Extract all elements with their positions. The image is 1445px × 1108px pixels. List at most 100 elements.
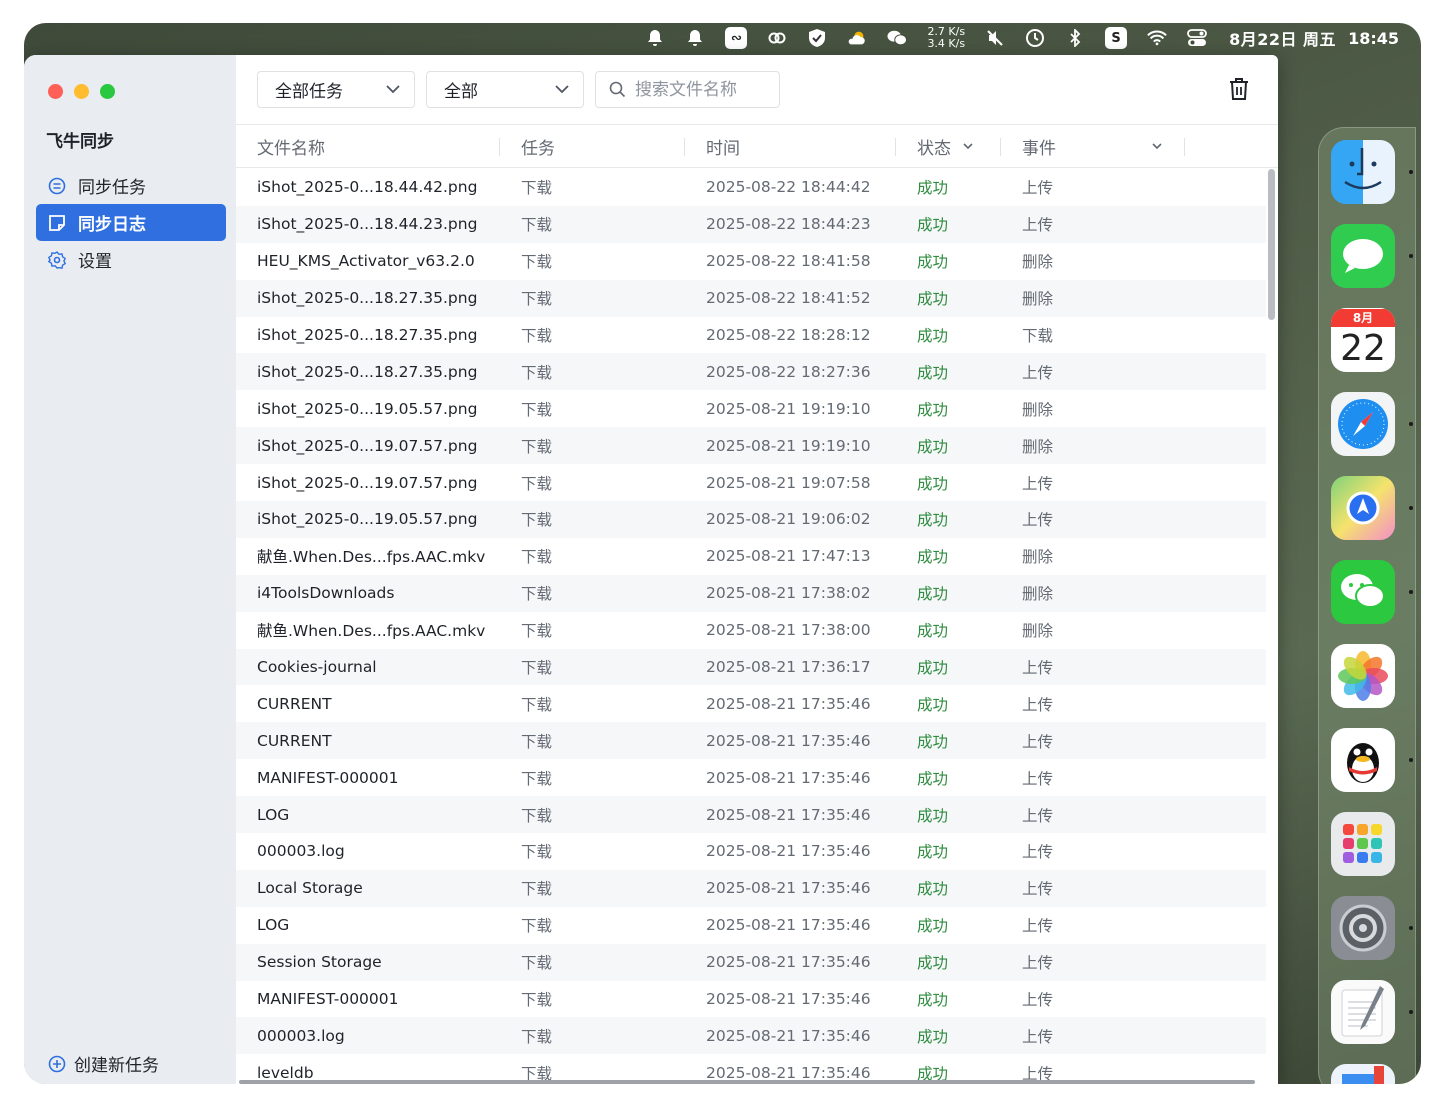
type-filter-dropdown[interactable]: 全部 (426, 71, 584, 108)
table-row[interactable]: iShot_2025-0...18.44.23.png 下载 2025-08-22 … (236, 205, 1266, 243)
table-row[interactable]: LOG 下载 2025-08-21 17:35:46 成功 上传 (236, 907, 1266, 944)
table-row[interactable]: Cookies-journal 下载 2025-08-21 17:36:17 成功 上传 (236, 648, 1266, 686)
textedit-icon[interactable] (1331, 980, 1395, 1044)
table-row[interactable]: CURRENT 下载 2025-08-21 17:35:46 成功 上传 (236, 685, 1266, 722)
column-divider[interactable] (499, 138, 500, 156)
time-cell: 2025-08-21 17:35:46 (706, 731, 871, 750)
safari-icon[interactable] (1331, 392, 1395, 456)
table-row[interactable]: 000003.log 下载 2025-08-21 17:35:46 成功 上传 (236, 1017, 1266, 1055)
table-row[interactable]: iShot_2025-0...18.27.35.png 下载 2025-08-22 … (236, 353, 1266, 391)
event-cell: 上传 (1022, 769, 1054, 788)
table-row[interactable]: 000003.log 下载 2025-08-21 17:35:46 成功 上传 (236, 833, 1266, 870)
task-filter-dropdown[interactable]: 全部任务 (257, 71, 415, 108)
sidebar-item-sync-log[interactable]: 同步日志 (36, 204, 226, 241)
menubar-date[interactable]: 8月22日 周五 (1229, 26, 1336, 50)
clear-log-button[interactable] (1228, 77, 1250, 101)
table-row[interactable]: MANIFEST-000001 下载 2025-08-21 17:35:46 成功 上传 (236, 759, 1266, 796)
maps-icon[interactable] (1331, 476, 1395, 540)
status-cell: 成功 (917, 695, 949, 714)
wechat-menubar-icon[interactable] (887, 28, 908, 48)
status-cell: 成功 (917, 1027, 949, 1046)
system-settings-icon[interactable] (1331, 896, 1395, 960)
task-cell: 下载 (521, 290, 553, 309)
bell-icon[interactable] (645, 28, 665, 48)
table-row[interactable]: iShot_2025-0...18.44.42.png 下载 2025-08-22 … (236, 169, 1266, 206)
calendar-icon[interactable]: 8月 22 (1331, 308, 1395, 372)
search-box[interactable] (595, 71, 780, 108)
table-row[interactable]: i4ToolsDownloads 下载 2025-08-21 17:38:02 成功 删… (236, 574, 1266, 612)
table-row[interactable]: CURRENT 下载 2025-08-21 17:35:46 成功 上传 (236, 722, 1266, 760)
column-header-status[interactable]: 状态 (917, 125, 973, 167)
table-row[interactable]: iShot_2025-0...19.05.57.png 下载 2025-08-21 … (236, 390, 1266, 427)
task-cell: 下载 (521, 511, 553, 530)
qq-icon[interactable] (1331, 728, 1395, 792)
column-header-name[interactable]: 文件名称 (257, 125, 325, 167)
table-row[interactable]: iShot_2025-0...18.27.35.png 下载 2025-08-22 … (236, 279, 1266, 317)
log-table-body: iShot_2025-0...18.44.42.png 下载 2025-08-22 … (236, 169, 1266, 1084)
task-cell: 下载 (521, 732, 553, 751)
column-divider[interactable] (1184, 138, 1185, 156)
column-header-event[interactable]: 事件 (1022, 125, 1172, 167)
sidebar-item-settings[interactable]: 设置 (36, 241, 226, 278)
mail-icon[interactable] (1331, 1064, 1395, 1084)
mute-icon[interactable] (985, 28, 1005, 48)
event-cell: 下载 (1022, 327, 1054, 345)
control-center-icon[interactable] (1187, 28, 1207, 48)
input-method-icon[interactable]: S (1105, 27, 1128, 49)
scrollbar-thumb[interactable] (1268, 169, 1275, 320)
task-cell: 下载 (521, 622, 553, 641)
time-machine-icon[interactable] (1025, 28, 1045, 48)
table-row[interactable]: 献鱼.When.Des...fps.AAC.mkv 下载 2025-08-21 17… (236, 612, 1266, 649)
close-button[interactable] (48, 84, 63, 99)
column-header-time[interactable]: 时间 (706, 125, 740, 167)
link-icon[interactable] (767, 28, 787, 48)
column-divider[interactable] (684, 138, 685, 156)
wifi-icon[interactable] (1147, 28, 1167, 48)
table-row[interactable]: Local Storage 下载 2025-08-21 17:35:46 成功 上传 (236, 869, 1266, 907)
table-row[interactable]: iShot_2025-0...19.07.57.png 下载 2025-08-21 … (236, 427, 1266, 465)
wechat-icon[interactable] (1331, 560, 1395, 624)
launchpad-icon[interactable] (1331, 812, 1395, 876)
search-input[interactable] (635, 79, 775, 100)
file-name-cell: iShot_2025-0...18.27.35.png (257, 289, 478, 308)
task-cell: 下载 (521, 585, 553, 604)
status-cell: 成功 (917, 511, 949, 530)
status-cell: 成功 (917, 400, 949, 419)
file-name-cell: iShot_2025-0...19.05.57.png (257, 399, 478, 418)
table-row[interactable]: iShot_2025-0...19.07.57.png 下载 2025-08-21 … (236, 464, 1266, 501)
messages-icon[interactable] (1331, 224, 1395, 288)
sync-app-icon[interactable]: ∾ (725, 27, 748, 49)
event-cell: 上传 (1022, 806, 1054, 825)
bluetooth-icon[interactable] (1065, 28, 1085, 48)
create-task-button[interactable]: 创建新任务 (48, 1051, 159, 1076)
column-header-task[interactable]: 任务 (521, 125, 555, 167)
task-cell: 下载 (521, 806, 553, 825)
minimize-button[interactable] (74, 84, 89, 99)
file-name-cell: HEU_KMS_Activator_v63.2.0 (257, 252, 475, 271)
network-speed[interactable]: 2.7 K/s 3.4 K/s (927, 26, 965, 50)
bell-icon[interactable] (685, 28, 705, 48)
column-divider[interactable] (1000, 138, 1001, 156)
task-cell: 下载 (521, 695, 553, 714)
column-divider[interactable] (895, 138, 896, 156)
table-row[interactable]: iShot_2025-0...19.05.57.png 下载 2025-08-21 … (236, 501, 1266, 538)
table-row[interactable]: MANIFEST-000001 下载 2025-08-21 17:35:46 成功 上传 (236, 981, 1266, 1018)
finder-icon[interactable] (1331, 140, 1395, 204)
menubar-time[interactable]: 18:45 (1348, 29, 1399, 48)
table-row[interactable]: Session Storage 下载 2025-08-21 17:35:46 成功 上传 (236, 943, 1266, 981)
zoom-button[interactable] (100, 84, 115, 99)
weather-icon[interactable] (847, 28, 867, 48)
horizontal-scrollbar[interactable] (239, 1080, 1255, 1084)
photos-icon[interactable] (1331, 644, 1395, 708)
task-cell: 下载 (521, 216, 553, 235)
status-cell: 成功 (917, 880, 949, 899)
vertical-scrollbar[interactable] (1266, 169, 1278, 1084)
time-cell: 2025-08-21 17:35:46 (706, 990, 871, 1009)
time-cell: 2025-08-21 17:35:46 (706, 916, 871, 935)
sidebar-item-sync-tasks[interactable]: 同步任务 (36, 167, 226, 204)
table-row[interactable]: 献鱼.When.Des...fps.AAC.mkv 下载 2025-08-21 17… (236, 538, 1266, 575)
table-row[interactable]: HEU_KMS_Activator_v63.2.0 下载 2025-08-22 18… (236, 243, 1266, 280)
table-row[interactable]: LOG 下载 2025-08-21 17:35:46 成功 上传 (236, 796, 1266, 834)
shield-icon[interactable] (807, 28, 827, 48)
table-row[interactable]: iShot_2025-0...18.27.35.png 下载 2025-08-22 … (236, 317, 1266, 354)
